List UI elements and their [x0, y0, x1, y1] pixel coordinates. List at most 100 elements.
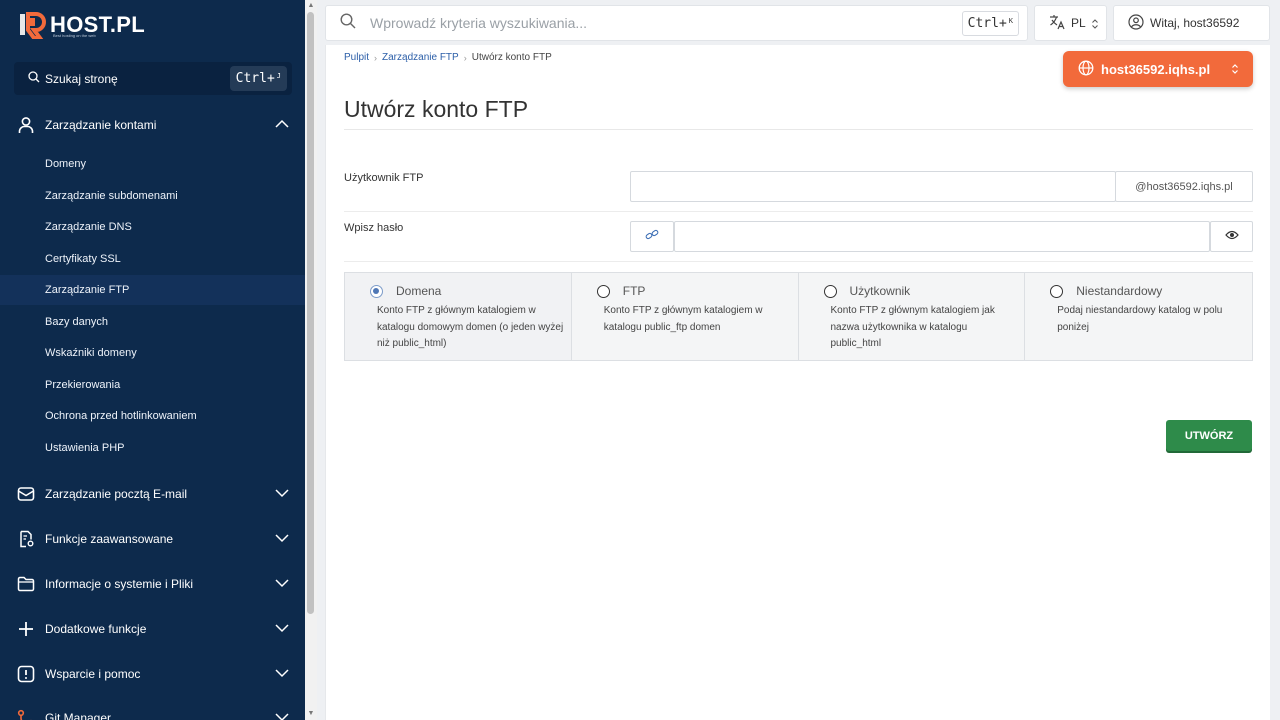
- chevron-down-icon: [275, 531, 289, 548]
- user-circle-icon: [1128, 13, 1144, 33]
- search-icon: [340, 12, 356, 34]
- global-search-input[interactable]: Wprowadź kryteria wyszukiwania...: [370, 15, 587, 31]
- directory-option-description: Podaj niestandardowy katalog w polu poni…: [1057, 305, 1223, 333]
- git-icon: [16, 708, 36, 720]
- global-search-shortcut: Ctrl+ K: [961, 11, 1019, 36]
- sidebar-search-shortcut: Ctrl+ J: [229, 66, 287, 91]
- create-button[interactable]: UTWÓRZ: [1166, 420, 1252, 451]
- sidebar-item-php[interactable]: Ustawienia PHP: [0, 433, 305, 463]
- radio-selected-icon[interactable]: [370, 285, 383, 298]
- row-divider: [344, 211, 1253, 212]
- sidebar-item-databases[interactable]: Bazy danych: [0, 307, 305, 337]
- folder-icon: [16, 574, 36, 594]
- chevron-down-icon: [275, 710, 289, 720]
- radio-icon[interactable]: [596, 285, 610, 298]
- directory-type-options: Domena Konto FTP z głównym katalogiem w …: [344, 272, 1253, 361]
- sidebar-item-hotlink[interactable]: Ochrona przed hotlinkowaniem: [0, 401, 305, 431]
- directory-option-title: Użytkownik: [849, 284, 911, 298]
- chevron-down-icon: [275, 486, 289, 503]
- directory-option-title: FTP: [622, 284, 646, 298]
- mail-icon: [16, 484, 36, 504]
- generate-password-button[interactable]: [630, 221, 674, 252]
- updown-icon: [1232, 64, 1238, 74]
- search-icon: [28, 71, 40, 86]
- scroll-up-icon[interactable]: ▲: [306, 2, 316, 10]
- eye-icon: [1224, 230, 1239, 243]
- password-label: Wpisz hasło: [344, 222, 404, 234]
- ftp-user-input[interactable]: [630, 171, 1116, 202]
- radio-icon[interactable]: [1050, 285, 1064, 298]
- main-content: Pulpit › Zarządzanie FTP › Utwórz konto …: [325, 45, 1270, 720]
- breadcrumb-separator-icon: ›: [374, 52, 378, 63]
- chevron-up-icon: [275, 117, 289, 134]
- row-divider: [344, 261, 1253, 262]
- sidebar-item-ssl[interactable]: Certyfikaty SSL: [0, 244, 305, 274]
- directory-option-description: Konto FTP z głównym katalogiem w katalog…: [377, 305, 564, 349]
- directory-option-custom[interactable]: Niestandardowy Podaj niestandardowy kata…: [1025, 273, 1252, 360]
- sidebar-item-subdomains[interactable]: Zarządzanie subdomenami: [0, 181, 305, 211]
- password-input[interactable]: [674, 221, 1210, 252]
- globe-icon: [1078, 60, 1094, 79]
- ftp-user-domain-suffix: @host36592.iqhs.pl: [1115, 171, 1253, 202]
- brand-logo[interactable]: HOST.PL Best hosting on the web: [20, 10, 145, 40]
- sidebar-group-label: Funkcje zaawansowane: [45, 532, 174, 546]
- settings-file-icon: [16, 529, 36, 549]
- global-search[interactable]: Wprowadź kryteria wyszukiwania... Ctrl+ K: [325, 5, 1028, 41]
- brand-name: HOST.PL: [50, 12, 145, 37]
- plus-icon: [16, 619, 36, 639]
- directory-option-domain[interactable]: Domena Konto FTP z głównym katalogiem w …: [345, 273, 572, 360]
- sidebar-group-accounts[interactable]: Zarządzanie kontami: [0, 107, 305, 143]
- sidebar-group-label: Git Manager: [45, 711, 112, 720]
- title-divider: [344, 129, 1253, 130]
- user-menu[interactable]: Witaj, host36592: [1113, 5, 1270, 41]
- toggle-password-visibility-button[interactable]: [1210, 221, 1253, 252]
- sidebar-group-git[interactable]: Git Manager: [0, 700, 305, 720]
- sidebar-group-extras[interactable]: Dodatkowe funkcje: [0, 611, 305, 647]
- sidebar-group-label: Zarządzanie kontami: [45, 118, 157, 132]
- sidebar-group-label: Dodatkowe funkcje: [45, 622, 147, 636]
- chevron-down-icon: [275, 666, 289, 683]
- breadcrumb-current: Utwórz konto FTP: [471, 52, 552, 63]
- breadcrumb-home[interactable]: Pulpit: [344, 52, 369, 63]
- directory-option-description: Konto FTP z głównym katalogiem jak nazwa…: [830, 305, 995, 349]
- domain-selector-label: host36592.iqhs.pl: [1101, 61, 1211, 77]
- sidebar-group-advanced[interactable]: Funkcje zaawansowane: [0, 521, 305, 557]
- breadcrumb: Pulpit › Zarządzanie FTP › Utwórz konto …: [344, 52, 552, 63]
- updown-icon: [1092, 19, 1098, 29]
- sidebar-group-support[interactable]: Wsparcie i pomoc: [0, 656, 305, 692]
- sidebar-group-email[interactable]: Zarządzanie pocztą E-mail: [0, 476, 305, 512]
- breadcrumb-separator-icon: ›: [463, 52, 467, 63]
- directory-option-user[interactable]: Użytkownik Konto FTP z głównym katalogie…: [799, 273, 1026, 360]
- chevron-down-icon: [275, 576, 289, 593]
- sidebar: HOST.PL Best hosting on the web Szukaj s…: [0, 0, 305, 720]
- translate-icon: [1049, 14, 1065, 33]
- directory-option-title: Domena: [396, 284, 442, 298]
- sidebar-search[interactable]: Szukaj stronę Ctrl+ J: [14, 62, 292, 95]
- scroll-down-icon[interactable]: ▼: [306, 710, 316, 718]
- directory-option-ftp[interactable]: FTP Konto FTP z głównym katalogiem w kat…: [572, 273, 799, 360]
- language-selector[interactable]: PL: [1034, 5, 1107, 41]
- sidebar-group-label: Zarządzanie pocztą E-mail: [45, 487, 188, 501]
- user-greeting: Witaj, host36592: [1150, 16, 1240, 30]
- ftp-user-label: Użytkownik FTP: [344, 172, 424, 184]
- chevron-down-icon: [275, 621, 289, 638]
- language-label: PL: [1071, 16, 1086, 30]
- sidebar-item-domeny[interactable]: Domeny: [0, 149, 305, 179]
- sidebar-scroll-thumb[interactable]: [307, 12, 314, 614]
- sidebar-item-dns[interactable]: Zarządzanie DNS: [0, 212, 305, 242]
- sidebar-group-label: Wsparcie i pomoc: [45, 667, 141, 681]
- sidebar-group-label: Informacje o systemie i Pliki: [45, 577, 194, 591]
- sidebar-search-label: Szukaj stronę: [45, 71, 118, 86]
- sidebar-group-system-files[interactable]: Informacje o systemie i Pliki: [0, 566, 305, 602]
- domain-selector[interactable]: host36592.iqhs.pl: [1063, 51, 1253, 87]
- brand-tagline: Best hosting on the web: [53, 33, 96, 38]
- alert-icon: [16, 664, 36, 684]
- breadcrumb-ftp[interactable]: Zarządzanie FTP: [382, 52, 459, 63]
- link-icon: [645, 228, 659, 245]
- sidebar-item-domain-pointers[interactable]: Wskaźniki domeny: [0, 338, 305, 368]
- directory-option-title: Niestandardowy: [1076, 284, 1163, 298]
- sidebar-item-ftp[interactable]: Zarządzanie FTP: [0, 275, 305, 305]
- sidebar-item-redirects[interactable]: Przekierowania: [0, 370, 305, 400]
- radio-icon[interactable]: [823, 285, 837, 298]
- host-logo-icon: [20, 11, 46, 40]
